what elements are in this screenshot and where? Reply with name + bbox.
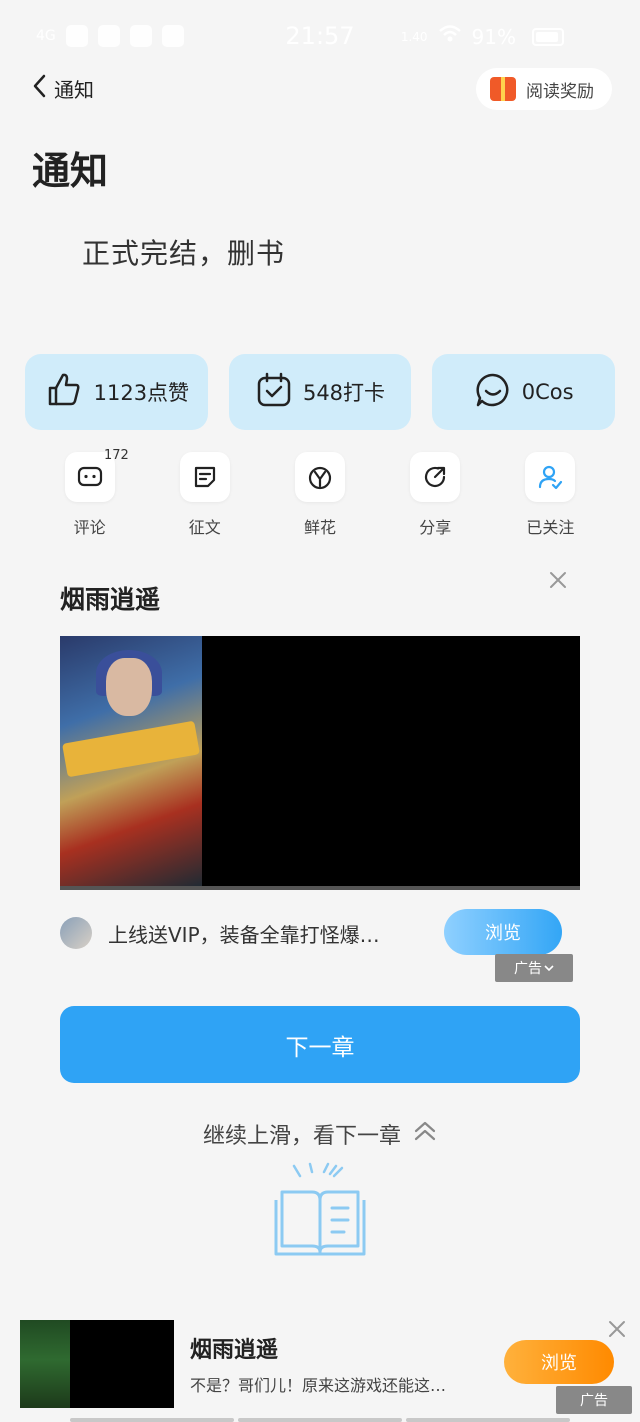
comment-action[interactable]: 172 评论 bbox=[32, 448, 147, 538]
stats-row: 1123点赞 548打卡 0Cos bbox=[25, 354, 616, 430]
calendar-check-icon bbox=[255, 371, 293, 414]
chevron-left-icon bbox=[32, 74, 46, 103]
cos-count: 0Cos bbox=[521, 380, 574, 404]
share-action[interactable]: 分享 bbox=[378, 452, 493, 538]
flower-label: 鲜花 bbox=[304, 518, 337, 537]
status-bar: 4G 21:57 1.40 91% bbox=[0, 0, 640, 72]
flower-icon bbox=[295, 452, 345, 502]
game-screenshot bbox=[20, 1320, 70, 1408]
back-label: 通知 bbox=[54, 78, 94, 102]
comment-label: 评论 bbox=[73, 518, 106, 537]
page-title: 通知 bbox=[32, 149, 109, 193]
ad-game-artwork bbox=[60, 636, 202, 888]
bottom-ad-description: 不是？哥们儿！原来这游戏还能这… bbox=[190, 1376, 447, 1395]
battery-percent: 91% bbox=[471, 24, 516, 49]
nav-bar: 通知 阅读奖励 bbox=[0, 68, 640, 112]
bottom-ad-banner[interactable]: 烟雨逍遥 不是？哥们儿！原来这游戏还能这… 浏览 广告 bbox=[0, 1318, 640, 1422]
chapter-body: 正式完结，删书 bbox=[82, 237, 286, 270]
gift-box-icon bbox=[490, 77, 516, 101]
essay-action[interactable]: 征文 bbox=[147, 452, 262, 538]
wifi-icon bbox=[438, 24, 462, 49]
comment-count-badge: 172 bbox=[104, 448, 129, 463]
thumbs-up-icon bbox=[44, 370, 84, 415]
like-count: 1123点赞 bbox=[93, 381, 190, 405]
action-row: 172 评论 征文 鲜花 分享 已关注 bbox=[32, 448, 608, 538]
ad-info-row: 上线送VIP，装备全靠打怪爆… 浏览 bbox=[60, 908, 580, 958]
swipe-hint: 继续上滑，看下一章 bbox=[0, 1118, 640, 1150]
share-label: 分享 bbox=[419, 518, 452, 537]
bottom-ad-browse-button[interactable]: 浏览 bbox=[504, 1340, 614, 1384]
home-indicator bbox=[70, 1418, 570, 1422]
checkin-button[interactable]: 548打卡 bbox=[228, 354, 412, 430]
ad-label-badge[interactable]: 广告 bbox=[495, 954, 573, 982]
ad-close-icon[interactable] bbox=[546, 568, 570, 592]
essay-label: 征文 bbox=[188, 518, 221, 537]
battery-icon bbox=[532, 28, 564, 46]
bottom-ad-label-badge[interactable]: 广告 bbox=[556, 1386, 632, 1414]
open-book-icon bbox=[272, 1162, 368, 1258]
bottom-ad-title: 烟雨逍遥 bbox=[190, 1338, 279, 1363]
network-speed: 1.40 bbox=[400, 29, 428, 44]
follow-label: 已关注 bbox=[526, 518, 575, 537]
promo-banner bbox=[62, 720, 200, 778]
ad-title: 烟雨逍遥 bbox=[60, 585, 161, 614]
essay-icon bbox=[179, 452, 230, 502]
chat-bubble-icon bbox=[474, 371, 512, 414]
reading-reward-button[interactable]: 阅读奖励 bbox=[476, 68, 612, 110]
character-face bbox=[106, 658, 152, 716]
checkin-count: 548打卡 bbox=[302, 381, 386, 405]
ad-tag-text: 广告 bbox=[514, 961, 542, 977]
chevron-down-icon bbox=[544, 960, 554, 976]
like-button[interactable]: 1123点赞 bbox=[25, 354, 208, 430]
swipe-hint-text: 继续上滑，看下一章 bbox=[202, 1124, 401, 1149]
ad-browse-button[interactable]: 浏览 bbox=[444, 909, 562, 955]
advertiser-avatar bbox=[60, 917, 92, 949]
double-chevron-up-icon bbox=[413, 1119, 437, 1149]
next-chapter-button[interactable]: 下一章 bbox=[60, 1006, 580, 1083]
status-right: 1.40 91% bbox=[401, 24, 516, 49]
share-icon bbox=[410, 452, 461, 502]
video-progress-bar bbox=[60, 886, 580, 890]
flower-action[interactable]: 鲜花 bbox=[262, 452, 377, 538]
bottom-ad-video[interactable] bbox=[20, 1320, 174, 1408]
bottom-ad-close-icon[interactable] bbox=[606, 1318, 628, 1340]
follow-action[interactable]: 已关注 bbox=[493, 452, 608, 538]
ad-description: 上线送VIP，装备全靠打怪爆… bbox=[108, 922, 380, 947]
reward-label: 阅读奖励 bbox=[526, 81, 594, 102]
ad-video[interactable] bbox=[60, 636, 580, 890]
followed-user-icon bbox=[525, 452, 576, 502]
bottom-ad-tag-text: 广告 bbox=[580, 1393, 608, 1409]
cos-button[interactable]: 0Cos bbox=[432, 354, 616, 430]
back-button[interactable]: 通知 bbox=[32, 74, 94, 103]
